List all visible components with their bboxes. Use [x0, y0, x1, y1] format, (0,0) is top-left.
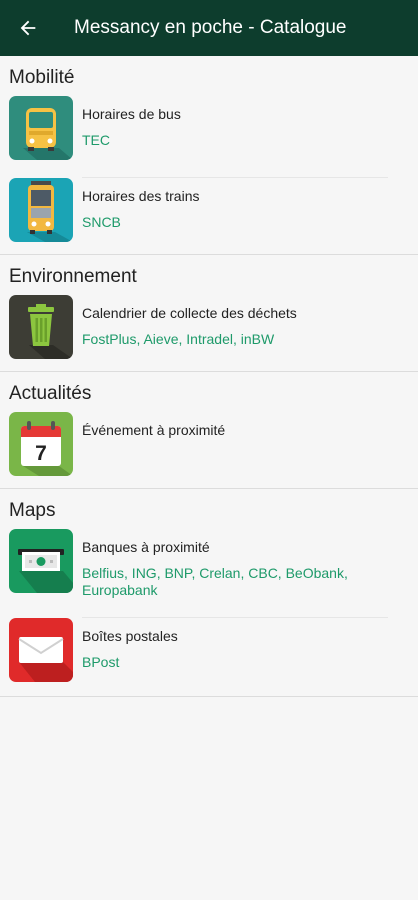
item-providers: TEC — [82, 132, 110, 148]
item-providers: Belfius, ING, BNP, Crelan, CBC, BeObank,… — [82, 565, 348, 598]
train-icon — [9, 178, 73, 242]
list-item-waste-calendar[interactable]: Calendrier de collecte des déchets FostP… — [0, 295, 418, 371]
item-name: Horaires des trains — [82, 188, 200, 204]
section-maps: Maps Banques à proximité Belfius, ING, B… — [0, 489, 418, 697]
list-item-bus[interactable]: Horaires de bus TEC — [0, 96, 418, 178]
trash-icon — [9, 295, 73, 359]
page-title: Messancy en poche - Catalogue — [74, 17, 347, 38]
list-item-train[interactable]: Horaires des trains SNCB — [0, 178, 418, 255]
section-title-news: Actualités — [9, 383, 92, 404]
list-item-events[interactable]: 7 Événement à proximité — [0, 412, 418, 488]
list-item-mailboxes[interactable]: Boîtes postales BPost — [0, 618, 418, 696]
item-name: Calendrier de collecte des déchets — [82, 305, 297, 321]
envelope-icon — [9, 618, 73, 682]
list-item-banks[interactable]: Banques à proximité Belfius, ING, BNP, C… — [0, 529, 418, 618]
arrow-back-icon — [20, 20, 36, 36]
section-title-environment: Environnement — [9, 266, 137, 287]
bus-icon — [9, 96, 73, 160]
section-mobility: Mobilité Horaires de bus TEC Horaires de… — [0, 56, 418, 255]
app-bar: Messancy en poche - Catalogue — [0, 0, 418, 56]
section-environment: Environnement Calendrier de collecte des… — [0, 255, 418, 372]
section-title-mobility: Mobilité — [9, 67, 75, 88]
calendar-day: 7 — [35, 442, 47, 465]
catalogue-list: Mobilité Horaires de bus TEC Horaires de… — [0, 56, 418, 697]
section-news: Actualités 7 Événement à proximité — [0, 372, 418, 489]
item-name: Horaires de bus — [82, 106, 181, 122]
back-button[interactable] — [0, 0, 56, 56]
section-title-maps: Maps — [9, 500, 56, 521]
item-name: Banques à proximité — [82, 539, 210, 555]
item-name: Événement à proximité — [82, 422, 226, 438]
calendar-icon: 7 — [9, 412, 73, 476]
banknote-icon — [9, 529, 73, 593]
item-providers: FostPlus, Aieve, Intradel, inBW — [82, 331, 275, 347]
item-providers: BPost — [82, 654, 120, 670]
item-name: Boîtes postales — [82, 628, 178, 644]
item-providers: SNCB — [82, 214, 121, 230]
